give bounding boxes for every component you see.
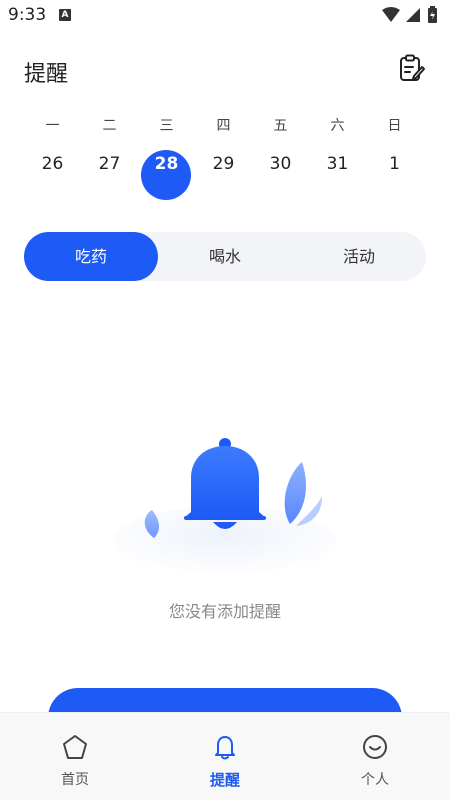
status-icons	[382, 6, 437, 23]
signal-icon	[406, 8, 420, 22]
nav-profile-label: 个人	[361, 772, 389, 788]
nav-home-label: 首页	[61, 772, 89, 788]
weekday-row: 一 二 三 四 五 六 日	[24, 115, 424, 135]
date-number: 31	[326, 154, 349, 174]
date-cell[interactable]: 26	[24, 150, 81, 200]
smile-icon	[363, 735, 387, 759]
weekday-label: 五	[273, 118, 288, 134]
status-bar: 9:33 A	[0, 0, 450, 30]
tab-water[interactable]: 喝水	[158, 232, 292, 281]
date-number: 26	[41, 154, 64, 174]
date-number: 29	[212, 154, 235, 174]
nav-profile[interactable]: 个人	[300, 713, 450, 800]
date-cell[interactable]: 31	[309, 150, 366, 200]
date-cell[interactable]: 1	[366, 150, 423, 200]
wifi-icon	[382, 7, 400, 22]
bell-icon	[184, 446, 266, 518]
weekday-label: 二	[102, 118, 117, 134]
weekday-label: 一	[45, 118, 60, 134]
bell-icon	[215, 736, 235, 760]
page-title: 提醒	[24, 62, 69, 87]
date-cell[interactable]: 30	[252, 150, 309, 200]
date-number: 27	[98, 154, 121, 174]
weekday-label: 日	[387, 118, 402, 134]
date-cell[interactable]: 27	[81, 150, 138, 200]
date-cell-selected[interactable]: 28	[138, 150, 195, 200]
leaf-right	[284, 462, 306, 524]
home-icon	[63, 735, 87, 759]
tab-activity[interactable]: 活动	[292, 232, 426, 281]
nav-reminder[interactable]: 提醒	[150, 713, 300, 800]
weekday-label: 三	[159, 118, 174, 134]
date-row: 26 27 28 29 30 31 1	[24, 150, 424, 200]
date-cell[interactable]: 29	[195, 150, 252, 200]
bottom-nav: 首页 提醒 个人	[0, 712, 450, 800]
date-number: 28	[154, 154, 179, 174]
empty-message: 您没有添加提醒	[168, 602, 281, 621]
reminder-type-tabs: 吃药 喝水 活动	[24, 232, 426, 281]
notification-icon: A	[59, 9, 71, 21]
empty-bell-illustration	[113, 438, 337, 570]
nav-reminder-label: 提醒	[209, 771, 240, 789]
clipboard-edit-button[interactable]	[398, 54, 426, 84]
weekday-label: 四	[216, 118, 231, 134]
clipboard-edit-icon	[400, 54, 425, 81]
status-time: 9:33	[8, 5, 47, 25]
nav-home[interactable]: 首页	[0, 713, 150, 800]
date-number: 1	[389, 154, 400, 174]
tab-medicine[interactable]: 吃药	[24, 232, 158, 281]
weekday-label: 六	[330, 118, 345, 134]
date-number: 30	[269, 154, 292, 174]
